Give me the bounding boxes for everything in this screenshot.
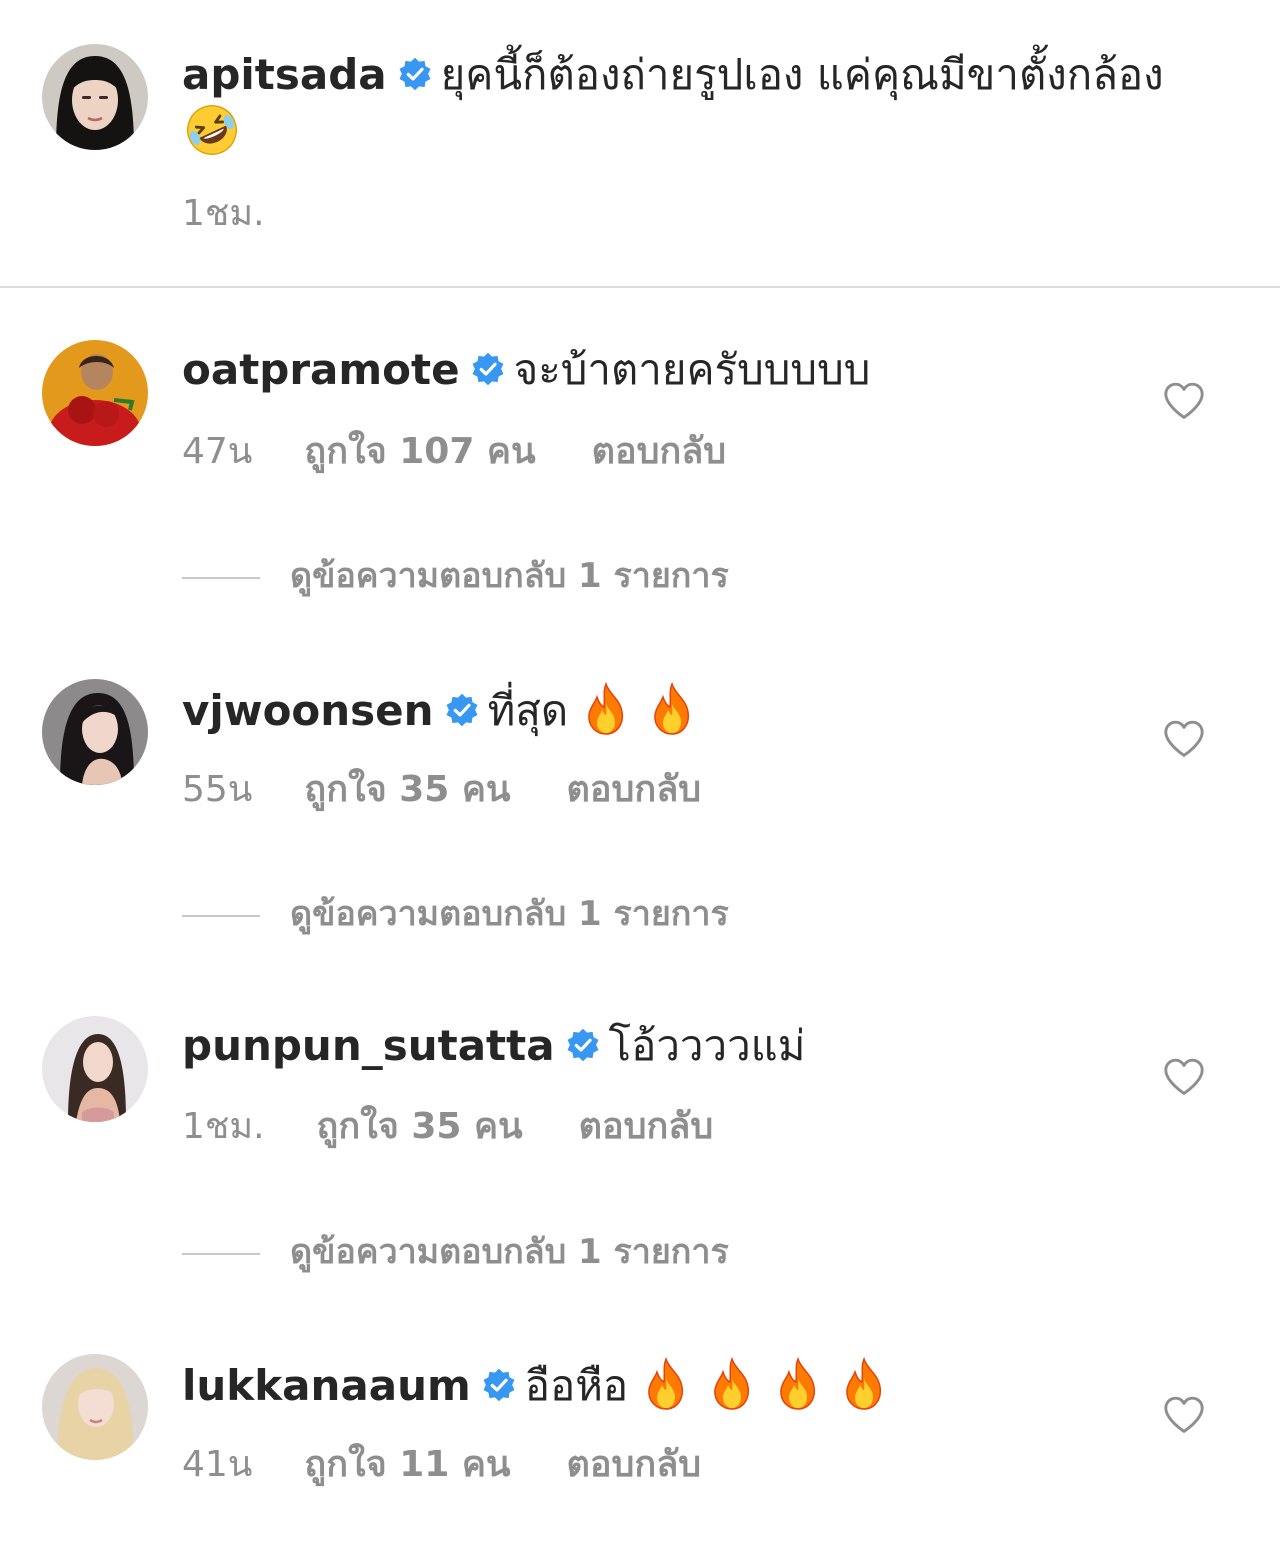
comment-text: อือหือ xyxy=(524,1361,629,1410)
verified-badge-icon xyxy=(565,1027,601,1063)
likes-count[interactable]: ถูกใจ 107 คน xyxy=(304,430,535,474)
view-replies-label[interactable]: ดูข้อความตอบกลับ 1 รายการ xyxy=(290,1232,729,1272)
username[interactable]: lukkanaaum xyxy=(182,1361,471,1410)
likes-count[interactable]: ถูกใจ 35 คน xyxy=(317,1105,523,1149)
like-heart-icon[interactable] xyxy=(1162,1057,1206,1097)
verified-badge-icon xyxy=(481,1367,517,1403)
comment-text: โอ้ววววแม่ xyxy=(608,1021,806,1070)
username[interactable]: punpun_sutatta xyxy=(182,1021,555,1070)
username[interactable]: vjwoonsen xyxy=(182,686,434,735)
view-replies-button[interactable]: ดูข้อความตอบกลับ 1 รายการ xyxy=(182,554,729,598)
avatar[interactable] xyxy=(42,1354,148,1460)
comment-text: ที่สุด xyxy=(487,686,569,735)
replies-line-divider xyxy=(182,914,260,917)
reply-button[interactable]: ตอบกลับ xyxy=(567,1443,702,1487)
caption-timestamp: 1ชม. xyxy=(182,193,265,234)
avatar[interactable] xyxy=(42,1016,148,1122)
divider xyxy=(0,286,1280,288)
rolling-on-floor-laughing-emoji xyxy=(184,102,240,158)
caption-text-line: apitsada ยุคนี้ก็ต้องถ่ายรูปเอง แค่คุณมีข… xyxy=(182,48,1242,159)
verified-badge-icon xyxy=(444,692,480,728)
avatar[interactable] xyxy=(42,340,148,446)
view-replies-label[interactable]: ดูข้อความตอบกลับ 1 รายการ xyxy=(290,556,729,596)
likes-count[interactable]: ถูกใจ 11 คน xyxy=(304,1443,510,1487)
username[interactable]: apitsada xyxy=(182,50,387,99)
comment-text-line: punpun_sutatta โอ้ววววแม่ xyxy=(182,1018,805,1074)
comment-meta: 55น ถูกใจ 35 คน ตอบกลับ xyxy=(182,768,701,812)
comment-text-line: oatpramote จะบ้าตายครับบบบบ xyxy=(182,342,870,398)
view-replies-button[interactable]: ดูข้อความตอบกลับ 1 รายการ xyxy=(182,892,729,936)
fire-emoji xyxy=(638,1356,694,1412)
fire-emoji xyxy=(578,681,634,737)
avatar[interactable] xyxy=(42,679,148,785)
comment-timestamp: 55น xyxy=(182,769,253,810)
reply-button[interactable]: ตอบกลับ xyxy=(579,1105,714,1149)
reply-button[interactable]: ตอบกลับ xyxy=(592,430,727,474)
view-replies-button[interactable]: ดูข้อความตอบกลับ 1 รายการ xyxy=(182,1230,729,1274)
fire-emoji xyxy=(836,1356,892,1412)
comment-meta: 1ชม. ถูกใจ 35 คน ตอบกลับ xyxy=(182,1105,713,1149)
likes-count[interactable]: ถูกใจ 35 คน xyxy=(304,768,510,812)
like-heart-icon[interactable] xyxy=(1162,1395,1206,1435)
username[interactable]: oatpramote xyxy=(182,345,460,394)
fire-emoji xyxy=(704,1356,760,1412)
post-caption: apitsada ยุคนี้ก็ต้องถ่ายรูปเอง แค่คุณมีข… xyxy=(0,0,1280,286)
comment-text-line: lukkanaaum อือหือ xyxy=(182,1356,892,1414)
avatar[interactable] xyxy=(42,44,148,150)
comment-meta: 47น ถูกใจ 107 คน ตอบกลับ xyxy=(182,430,726,474)
comment-timestamp: 47น xyxy=(182,431,253,472)
comment-timestamp: 1ชม. xyxy=(182,1106,265,1147)
reply-button[interactable]: ตอบกลับ xyxy=(567,768,702,812)
fire-emoji xyxy=(644,681,700,737)
comment-text: จะบ้าตายครับบบบบ xyxy=(513,345,871,394)
like-heart-icon[interactable] xyxy=(1162,719,1206,759)
fire-emoji xyxy=(770,1356,826,1412)
like-heart-icon[interactable] xyxy=(1162,381,1206,421)
comment-meta: 41น ถูกใจ 11 คน ตอบกลับ xyxy=(182,1443,701,1487)
caption-text: ยุคนี้ก็ต้องถ่ายรูปเอง แค่คุณมีขาตั้งกล้… xyxy=(440,50,1164,99)
view-replies-label[interactable]: ดูข้อความตอบกลับ 1 รายการ xyxy=(290,894,729,934)
comment-text-line: vjwoonsen ที่สุด xyxy=(182,681,700,739)
verified-badge-icon xyxy=(397,56,433,92)
verified-badge-icon xyxy=(470,351,506,387)
comment-timestamp: 41น xyxy=(182,1444,253,1485)
replies-line-divider xyxy=(182,576,260,579)
replies-line-divider xyxy=(182,1252,260,1255)
